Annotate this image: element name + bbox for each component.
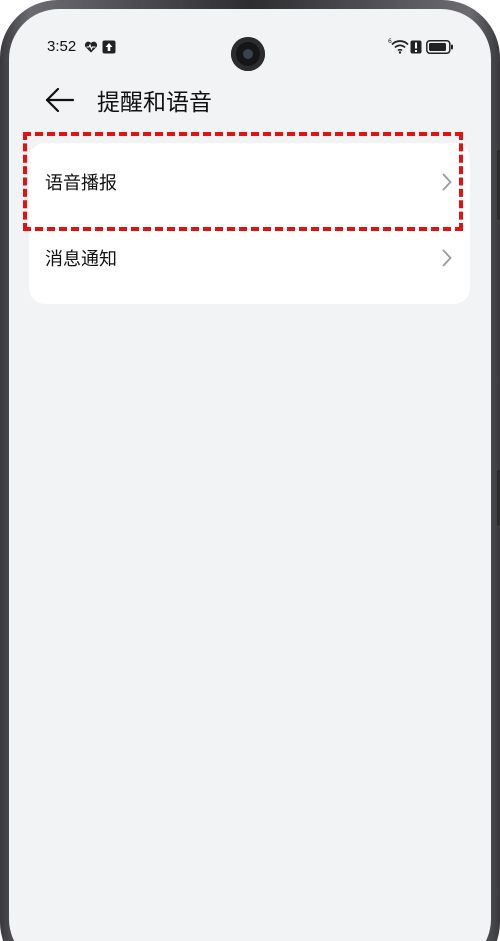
status-bar: 3:52 6	[9, 9, 491, 71]
settings-card: 语音播报 消息通知	[29, 143, 470, 304]
page-title: 提醒和语音	[97, 90, 212, 116]
svg-text:6: 6	[388, 38, 392, 45]
list-item-label: 语音播报	[45, 173, 117, 194]
list-item-message-notification[interactable]: 消息通知	[29, 226, 470, 304]
wifi-icon: 6	[388, 38, 409, 54]
heart-icon	[84, 41, 98, 53]
battery-icon	[426, 40, 453, 54]
screen: 3:52 6 提醒和语音 语音播报 消息通知	[9, 9, 491, 941]
alert-icon	[410, 40, 422, 54]
front-camera	[231, 37, 265, 71]
list-item-voice-broadcast[interactable]: 语音播报	[29, 143, 470, 221]
chevron-right-icon	[442, 173, 452, 191]
phone-frame: 3:52 6 提醒和语音 语音播报 消息通知	[0, 0, 500, 941]
status-time: 3:52	[47, 38, 77, 55]
upload-icon	[102, 40, 116, 54]
list-item-label: 消息通知	[45, 249, 117, 270]
chevron-right-icon	[442, 249, 452, 267]
arrow-left-icon[interactable]	[45, 87, 75, 113]
